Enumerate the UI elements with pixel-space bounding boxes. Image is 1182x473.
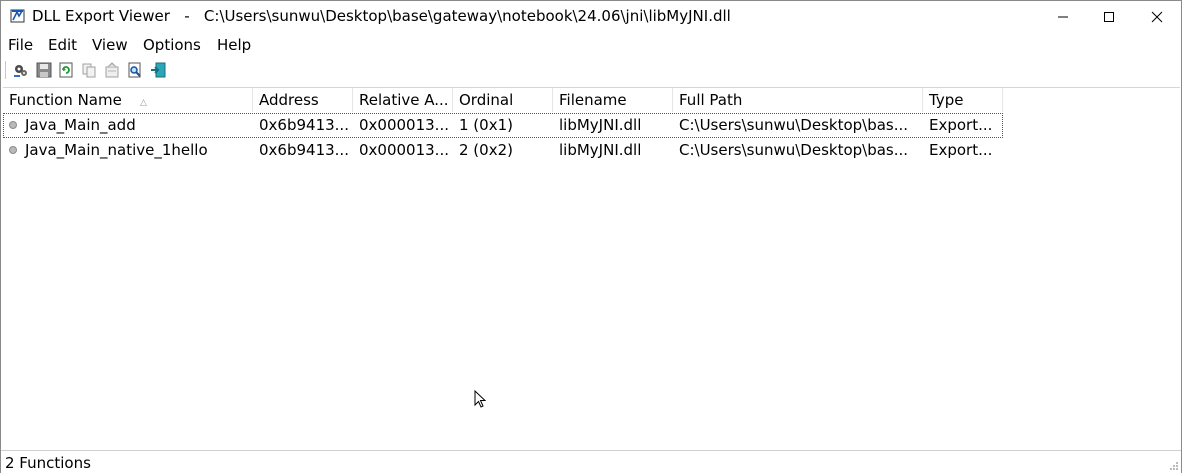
column-header-filename[interactable]: Filename	[553, 88, 673, 112]
app-icon	[10, 9, 25, 23]
close-button[interactable]	[1134, 1, 1180, 33]
app-window: DLL Export Viewer - C:\Users\sunwu\Deskt…	[0, 0, 1182, 473]
menu-view[interactable]: View	[92, 36, 128, 54]
cell-full-path: C:\Users\sunwu\Desktop\bas...	[679, 141, 909, 159]
refresh-icon[interactable]	[57, 61, 75, 79]
find-icon[interactable]	[126, 61, 144, 79]
title-bar[interactable]: DLL Export Viewer - C:\Users\sunwu\Deskt…	[1, 1, 1181, 33]
cell-relative-address: 0x000013...	[359, 116, 449, 134]
cell-function-name: Java_Main_native_1hello	[25, 141, 208, 159]
window-title: DLL Export Viewer - C:\Users\sunwu\Deskt…	[32, 7, 731, 25]
mouse-cursor-icon	[474, 390, 487, 408]
exit-icon[interactable]	[149, 61, 167, 79]
cell-address: 0x6b9413...	[259, 116, 349, 134]
column-header-ordinal[interactable]: Ordinal	[453, 88, 553, 112]
maximize-button[interactable]	[1086, 1, 1132, 33]
column-header-relative-address[interactable]: Relative A...	[353, 88, 453, 112]
minimize-icon	[1058, 16, 1068, 18]
copy-icon[interactable]	[80, 61, 98, 79]
status-text: 2 Functions	[5, 454, 91, 472]
properties-gear-icon[interactable]	[12, 61, 30, 79]
cell-relative-address: 0x000013...	[359, 141, 449, 159]
menu-bar: File Edit View Options Help	[1, 33, 1181, 57]
row-status-icon	[9, 146, 17, 154]
list-header: Function Name △ Address Relative A... Or…	[3, 88, 1003, 112]
cell-type: Export...	[929, 116, 993, 134]
menu-edit[interactable]: Edit	[48, 36, 77, 54]
column-header-full-path[interactable]: Full Path	[673, 88, 923, 112]
cell-function-name: Java_Main_add	[25, 116, 136, 134]
cell-ordinal: 2 (0x2)	[459, 141, 513, 159]
menu-file[interactable]: File	[8, 36, 33, 54]
row-status-icon	[9, 121, 17, 129]
toolbar-grip[interactable]	[5, 61, 9, 79]
cell-address: 0x6b9413...	[259, 141, 349, 159]
close-icon	[1151, 11, 1163, 23]
status-bar: 2 Functions	[1, 450, 1181, 473]
cell-full-path: C:\Users\sunwu\Desktop\bas...	[679, 116, 909, 134]
exports-list[interactable]: Function Name △ Address Relative A... Or…	[3, 87, 1180, 450]
column-header-type[interactable]: Type	[923, 88, 1003, 112]
save-icon[interactable]	[35, 61, 53, 79]
column-header-address[interactable]: Address	[253, 88, 353, 112]
column-header-label: Function Name	[9, 91, 122, 109]
table-row[interactable]: Java_Main_native_1hello 0x6b9413... 0x00…	[3, 138, 1003, 163]
cell-filename: libMyJNI.dll	[559, 141, 642, 159]
table-row[interactable]: Java_Main_add 0x6b9413... 0x000013... 1 …	[3, 113, 1003, 138]
column-header-function-name[interactable]: Function Name △	[3, 88, 253, 112]
cell-type: Export...	[929, 141, 993, 159]
maximize-icon	[1104, 12, 1114, 22]
minimize-button[interactable]	[1040, 1, 1086, 33]
toolbar	[1, 58, 1181, 82]
resize-grip-icon[interactable]	[1169, 461, 1179, 471]
menu-options[interactable]: Options	[143, 36, 201, 54]
sort-ascending-icon: △	[140, 98, 147, 108]
html-report-icon[interactable]	[103, 61, 121, 79]
cell-filename: libMyJNI.dll	[559, 116, 642, 134]
menu-help[interactable]: Help	[217, 36, 251, 54]
cell-ordinal: 1 (0x1)	[459, 116, 513, 134]
